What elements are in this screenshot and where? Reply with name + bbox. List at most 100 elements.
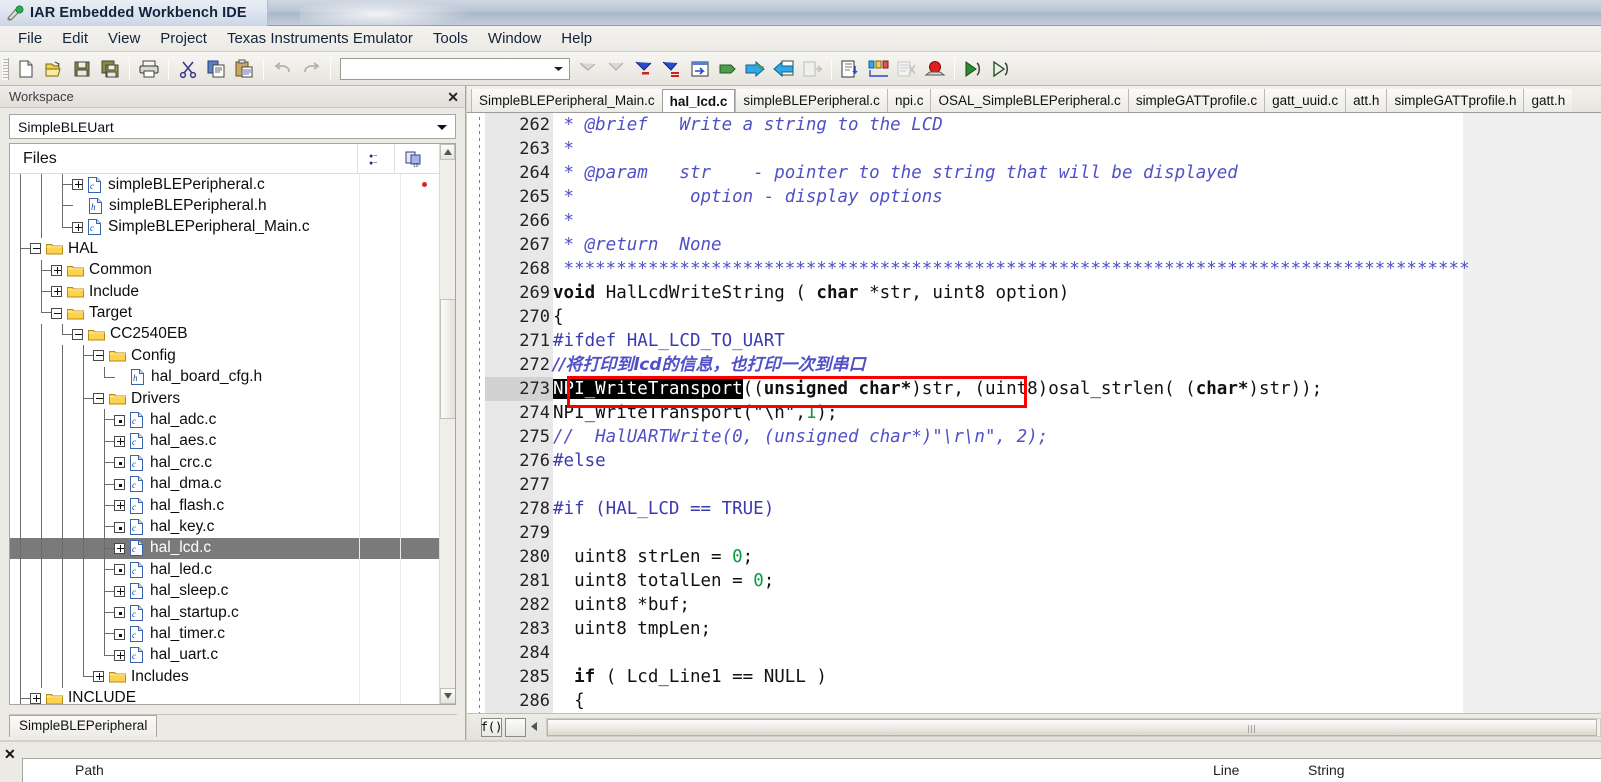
hscroll-track[interactable] <box>546 717 1601 737</box>
tree-expander-minus[interactable] <box>93 393 104 405</box>
make-icon[interactable] <box>742 55 770 83</box>
tree-vertical-scrollbar[interactable] <box>439 144 455 704</box>
chevron-down-icon[interactable] <box>436 118 448 136</box>
cut-scissors-icon[interactable] <box>174 55 202 83</box>
code-line-273[interactable]: 273 NPI_WriteTransport((unsigned char*)st… <box>467 377 1601 401</box>
column-edit-icon[interactable] <box>865 55 893 83</box>
code-line-276[interactable]: 276 #else <box>467 449 1601 473</box>
code-line-286[interactable]: 286 { <box>467 689 1601 713</box>
tree-expander-plus[interactable] <box>114 649 125 661</box>
scroll-down-icon[interactable] <box>440 688 455 704</box>
download-and-debug-icon[interactable] <box>960 55 988 83</box>
code-line-263[interactable]: 263 * <box>467 137 1601 161</box>
code-line-267[interactable]: 267 * @return None <box>467 233 1601 257</box>
stop-build-icon[interactable] <box>798 55 826 83</box>
code-line-285[interactable]: 285 if ( Lcd_Line1 == NULL ) <box>467 665 1601 689</box>
open-folder-icon[interactable] <box>40 55 68 83</box>
workspace-tab-simplebleperipheral[interactable]: SimpleBLEPeripheral <box>9 715 158 737</box>
tree-expander-plus[interactable] <box>51 286 62 298</box>
tree-item-common[interactable]: Common <box>10 259 439 282</box>
bookmark-list-icon[interactable] <box>658 55 686 83</box>
menu-edit[interactable]: Edit <box>52 28 98 49</box>
paste-icon[interactable] <box>230 55 258 83</box>
code-line-274[interactable]: 274 NPI_WriteTransport("\n",1); <box>467 401 1601 425</box>
block-select-icon[interactable] <box>505 717 526 737</box>
find-previous-icon[interactable] <box>574 55 602 83</box>
search-combo[interactable] <box>340 57 570 80</box>
code-line-266[interactable]: 266 * <box>467 209 1601 233</box>
tree-item-hal-key-c[interactable]: c hal_key.c <box>10 516 439 539</box>
compile-icon[interactable] <box>714 55 742 83</box>
debug-build-icon[interactable] <box>770 55 798 83</box>
tree-expander-minus[interactable] <box>51 307 62 319</box>
code-line-272[interactable]: 272//将打印到lcd的信息，也打印一次到串口 <box>467 353 1601 377</box>
tree-item-simplebleperipheral-main-c[interactable]: c SimpleBLEPeripheral_Main.c <box>10 216 439 239</box>
tree-item-cc2540eb[interactable]: CC2540EB <box>10 323 439 346</box>
tree-item-drivers[interactable]: Drivers <box>10 388 439 410</box>
new-document-icon[interactable] <box>12 55 40 83</box>
tree-item-hal-adc-c[interactable]: c hal_adc.c <box>10 409 439 432</box>
editor-tab-att-h[interactable]: att.h <box>1345 89 1387 112</box>
tree-item-hal-lcd-c[interactable]: c hal_lcd.c <box>10 537 444 560</box>
undo-arrow-icon[interactable] <box>269 55 297 83</box>
tree-item-simplebleperipheral-c[interactable]: c simpleBLEPeripheral.c <box>10 174 439 196</box>
tree-item-target[interactable]: Target <box>10 302 439 325</box>
tree-expander-dot[interactable] <box>114 607 125 619</box>
tree-expander-plus[interactable] <box>72 221 83 233</box>
tree-expander-plus[interactable] <box>114 542 125 554</box>
code-line-284[interactable]: 284 <box>467 641 1601 665</box>
editor-tab-simplegattprofile-h[interactable]: simpleGATTprofile.h <box>1386 89 1524 112</box>
code-line-282[interactable]: 282 uint8 *buf; <box>467 593 1601 617</box>
toolbar-grip[interactable] <box>2 57 9 80</box>
tree-item-hal-board-cfg-h[interactable]: h hal_board_cfg.h <box>10 366 439 389</box>
toggle-breakpoint-disabled-icon[interactable] <box>893 55 921 83</box>
go-to-definition-icon[interactable] <box>686 55 714 83</box>
code-line-277[interactable]: 277 <box>467 473 1601 497</box>
tree-expander-plus[interactable] <box>114 585 125 597</box>
editor-horizontal-scrollbar[interactable]: f() <box>467 713 1601 740</box>
menu-file[interactable]: File <box>8 28 52 49</box>
code-line-281[interactable]: 281 uint8 totalLen = 0; <box>467 569 1601 593</box>
redo-arrow-icon[interactable] <box>297 55 325 83</box>
scroll-left-icon[interactable] <box>531 718 538 736</box>
tree-item-includes[interactable]: Includes <box>10 666 439 688</box>
menu-window[interactable]: Window <box>478 28 551 49</box>
editor-tab-gatt-uuid-c[interactable]: gatt_uuid.c <box>1264 89 1346 112</box>
tree-item-simplebleperipheral-h[interactable]: h simpleBLEPeripheral.h <box>10 195 439 218</box>
tree-item-hal-uart-c[interactable]: c hal_uart.c <box>10 644 439 667</box>
breakpoint-red-icon[interactable] <box>921 55 949 83</box>
tree-expander-dot[interactable] <box>114 521 125 533</box>
find-in-files-icon[interactable] <box>837 55 865 83</box>
tree-item-hal-aes-c[interactable]: c hal_aes.c <box>10 430 439 453</box>
menu-help[interactable]: Help <box>551 28 602 49</box>
tree-expander-plus[interactable] <box>72 179 83 191</box>
tree-item-hal-startup-c[interactable]: c hal_startup.c <box>10 602 439 624</box>
tree-item-hal-led-c[interactable]: c hal_led.c <box>10 559 439 581</box>
debug-without-download-icon[interactable] <box>988 55 1016 83</box>
function-list-icon[interactable]: f() <box>481 717 502 737</box>
scroll-up-icon[interactable] <box>440 144 455 160</box>
editor-tab-npi-c[interactable]: npi.c <box>886 89 931 112</box>
find-results-grid[interactable]: Path Line String <box>22 758 1601 782</box>
menu-view[interactable]: View <box>98 28 150 49</box>
code-line-265[interactable]: 265 * option - display options <box>467 185 1601 209</box>
tree-expander-plus[interactable] <box>51 264 62 276</box>
code-line-283[interactable]: 283 uint8 tmpLen; <box>467 617 1601 641</box>
copy-icon[interactable] <box>202 55 230 83</box>
tree-item-hal-flash-c[interactable]: c hal_flash.c <box>10 495 439 517</box>
tree-expander-dot[interactable] <box>114 564 125 576</box>
hscroll-thumb[interactable] <box>547 718 1597 736</box>
tree-scroll-thumb[interactable] <box>440 299 455 419</box>
tree-item-hal-dma-c[interactable]: c hal_dma.c <box>10 473 439 496</box>
chevron-down-icon[interactable] <box>553 60 564 78</box>
tree-expander-dot[interactable] <box>114 628 125 640</box>
close-icon[interactable]: ✕ <box>4 746 16 763</box>
editor-tab-simplebleperipheral-main-c[interactable]: SimpleBLEPeripheral_Main.c <box>471 89 662 112</box>
tree-item-hal[interactable]: HAL <box>10 238 439 260</box>
tree-expander-minus[interactable] <box>93 350 104 362</box>
code-line-275[interactable]: 275// HalUARTWrite(0, (unsigned char*)"\… <box>467 425 1601 449</box>
editor-tab-osal-simplebleperipheral-c[interactable]: OSAL_SimpleBLEPeripheral.c <box>930 89 1128 112</box>
editor-tab-simplebleperipheral-c[interactable]: simpleBLEPeripheral.c <box>735 89 887 112</box>
save-icon[interactable] <box>68 55 96 83</box>
code-line-271[interactable]: 271 #ifdef HAL_LCD_TO_UART <box>467 329 1601 353</box>
